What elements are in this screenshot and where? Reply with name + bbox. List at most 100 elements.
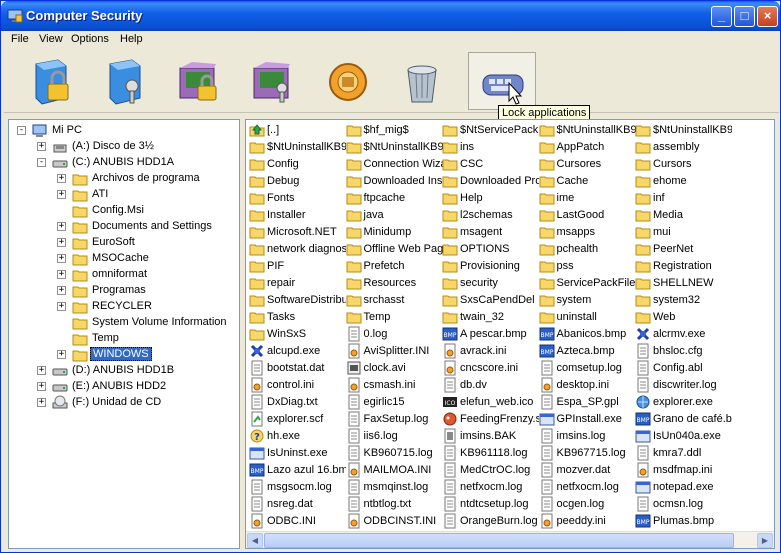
tree-node[interactable]: + Programas — [9, 283, 239, 299]
folder-item[interactable]: Connection Wizard — [346, 156, 443, 173]
folder-item[interactable]: assembly — [635, 139, 732, 156]
horizontal-scrollbar[interactable]: ◀ ▶ — [246, 531, 774, 548]
file-item[interactable]: peeddy.ini — [539, 513, 636, 530]
file-item[interactable]: ntbtlog.txt — [346, 496, 443, 513]
expand-toggle[interactable]: - — [17, 126, 26, 135]
tree-node[interactable]: + ATI — [9, 187, 239, 203]
expand-toggle[interactable]: + — [57, 286, 66, 295]
file-item[interactable]: clock.avi — [346, 360, 443, 377]
recycle-bin-tool[interactable] — [388, 52, 456, 110]
folder-item[interactable]: Cursors — [635, 156, 732, 173]
folder-item[interactable]: Microsoft.NET — [249, 224, 346, 241]
tree-node[interactable]: + (D:) ANUBIS HDD1B — [9, 363, 239, 379]
file-item[interactable]: AviSplitter.INI — [346, 343, 443, 360]
tree-node[interactable]: - (C:) ANUBIS HDD1A — [9, 155, 239, 171]
folder-item[interactable]: OPTIONS — [442, 241, 539, 258]
folder-item[interactable]: Downloaded Installations — [346, 173, 443, 190]
folder-tree[interactable]: - Mi PC + (A:) Disco de 3½ - (C:) ANUBIS HDD1… — [8, 119, 240, 549]
drive-settings-tool[interactable] — [92, 52, 160, 110]
expand-toggle[interactable]: - — [37, 158, 46, 167]
folder-item[interactable]: network diagnostic — [249, 241, 346, 258]
folder-item[interactable]: $NtUninstallKB960715$ — [635, 122, 732, 139]
folder-item[interactable]: WinSxS — [249, 326, 346, 343]
expand-toggle[interactable]: + — [57, 254, 66, 263]
menu-options[interactable]: Options — [68, 33, 112, 45]
scroll-left-button[interactable]: ◀ — [247, 533, 263, 548]
file-item[interactable]: msdfmap.ini — [635, 462, 732, 479]
folder-item[interactable]: LastGood — [539, 207, 636, 224]
folder-item[interactable]: Temp — [346, 309, 443, 326]
file-item[interactable]: netfxocm.log — [442, 479, 539, 496]
expand-toggle[interactable]: + — [37, 382, 46, 391]
folder-item[interactable]: twain_32 — [442, 309, 539, 326]
file-item[interactable]: BMP Lazo azul 16.bmp — [249, 462, 346, 479]
tree-node[interactable]: - Mi PC — [9, 123, 239, 139]
folder-item[interactable]: Debug — [249, 173, 346, 190]
tree-node[interactable]: Temp — [9, 331, 239, 347]
folder-item[interactable]: $NtUninstallKB967715$ — [346, 139, 443, 156]
lock-folder-tool[interactable] — [166, 52, 234, 110]
file-item[interactable]: ODBCINST.INI — [346, 513, 443, 530]
file-item[interactable]: ODBC.INI — [249, 513, 346, 530]
file-item[interactable]: bootstat.dat — [249, 360, 346, 377]
scroll-right-button[interactable]: ▶ — [757, 533, 773, 548]
tree-node[interactable]: + (A:) Disco de 3½ — [9, 139, 239, 155]
folder-item[interactable]: ehome — [635, 173, 732, 190]
file-item[interactable]: ntdtcsetup.log — [442, 496, 539, 513]
file-item[interactable]: avrack.ini — [442, 343, 539, 360]
folder-item[interactable]: ftpcache — [346, 190, 443, 207]
file-item[interactable]: comsetup.log — [539, 360, 636, 377]
folder-item[interactable]: uninstall — [539, 309, 636, 326]
folder-item[interactable]: Help — [442, 190, 539, 207]
folder-item[interactable]: Web — [635, 309, 732, 326]
tree-node[interactable]: + WINDOWS — [9, 347, 239, 363]
file-item[interactable]: ocgen.log — [539, 496, 636, 513]
file-item[interactable]: BMP Abanicos.bmp — [539, 326, 636, 343]
file-item[interactable]: KB961118.log — [442, 445, 539, 462]
file-item[interactable]: Config.abl — [635, 360, 732, 377]
folder-item[interactable]: msagent — [442, 224, 539, 241]
lock-drive-tool[interactable] — [18, 52, 86, 110]
folder-item[interactable]: l2schemas — [442, 207, 539, 224]
file-item[interactable]: DxDiag.txt — [249, 394, 346, 411]
file-item[interactable]: msmqinst.log — [346, 479, 443, 496]
file-item[interactable]: ICO elefun_web.ico — [442, 394, 539, 411]
folder-item[interactable]: system — [539, 292, 636, 309]
folder-item[interactable]: pss — [539, 258, 636, 275]
folder-item[interactable]: Media — [635, 207, 732, 224]
folder-item[interactable]: Tasks — [249, 309, 346, 326]
file-item[interactable]: KB960715.log — [346, 445, 443, 462]
file-item[interactable]: BMPGrano de café.bmp — [635, 411, 732, 428]
folder-item[interactable]: ime — [539, 190, 636, 207]
expand-toggle[interactable]: + — [37, 366, 46, 375]
expand-toggle[interactable]: + — [57, 174, 66, 183]
lock-applications-tool[interactable] — [468, 52, 536, 110]
tree-node[interactable]: + EuroSoft — [9, 235, 239, 251]
settings-tool[interactable] — [314, 52, 382, 110]
file-item[interactable]: FaxSetup.log — [346, 411, 443, 428]
file-item[interactable]: Espa_SP.gpl — [539, 394, 636, 411]
folder-item[interactable]: SoftwareDistribution — [249, 292, 346, 309]
file-item[interactable]: imsins.BAK — [442, 428, 539, 445]
folder-item[interactable]: pchealth — [539, 241, 636, 258]
expand-toggle[interactable]: + — [57, 238, 66, 247]
folder-item[interactable]: PeerNet — [635, 241, 732, 258]
folder-item[interactable]: Offline Web Pages — [346, 241, 443, 258]
file-item[interactable]: iis6.log — [346, 428, 443, 445]
expand-toggle[interactable]: + — [57, 302, 66, 311]
file-item[interactable]: BMP Azteca.bmp — [539, 343, 636, 360]
file-item[interactable]: control.ini — [249, 377, 346, 394]
file-item[interactable]: BMP A pescar.bmp — [442, 326, 539, 343]
file-item[interactable]: desktop.ini — [539, 377, 636, 394]
file-item[interactable]: mozver.dat — [539, 462, 636, 479]
expand-toggle[interactable]: + — [37, 398, 46, 407]
tree-node[interactable]: System Volume Information — [9, 315, 239, 331]
folder-item[interactable]: SxsCaPendDel — [442, 292, 539, 309]
folder-item[interactable]: $NtUninstallKB958687$ — [539, 122, 636, 139]
menu-view[interactable]: View — [36, 33, 66, 45]
file-item[interactable]: alcrmv.exe — [635, 326, 732, 343]
expand-toggle[interactable]: + — [57, 350, 66, 359]
tree-node[interactable]: + (E:) ANUBIS HDD2 — [9, 379, 239, 395]
file-item[interactable]: ? hh.exe — [249, 428, 346, 445]
folder-item[interactable]: AppPatch — [539, 139, 636, 156]
